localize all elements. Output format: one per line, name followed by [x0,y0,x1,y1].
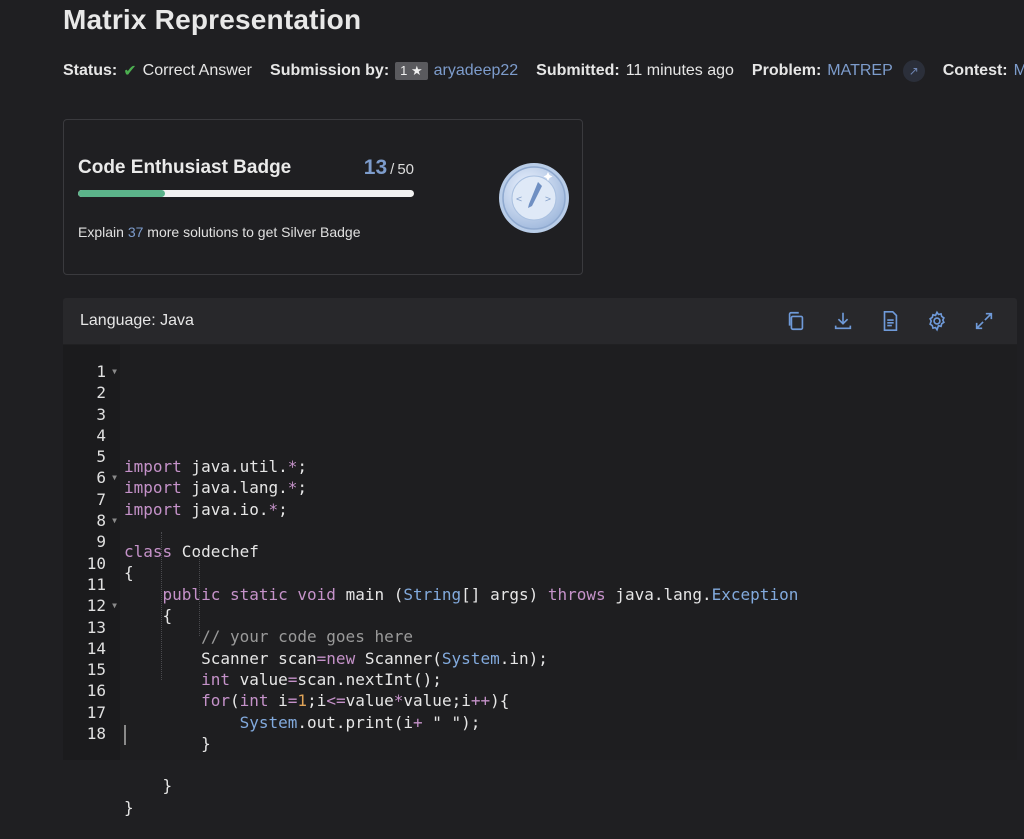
contest-link[interactable]: M [1014,62,1024,80]
fold-arrow-icon[interactable]: ▼ [112,361,117,382]
code-line[interactable]: class Codechef [124,541,1017,562]
contest-label: Contest: [943,62,1008,80]
file-icon[interactable] [877,308,903,334]
line-number: 10 [63,553,120,574]
copy-icon[interactable] [783,308,809,334]
code-line[interactable]: ​ [124,754,1017,775]
line-number: 2 [63,382,120,403]
submission-label: Submission by: [270,62,389,80]
line-number: 9 [63,531,120,552]
code-line[interactable]: ​ [124,818,1017,839]
status-value: Correct Answer [143,62,252,80]
indent-guide [161,532,163,680]
line-number: 6▼ [63,467,120,488]
text-cursor [124,725,126,745]
code-line[interactable]: } [124,733,1017,754]
problem-label: Problem: [752,62,821,80]
svg-text:<: < [516,194,522,205]
badge-desc-suffix: more solutions to get Silver Badge [147,224,360,240]
code-area[interactable]: 1▼23456▼78▼9101112▼131415161718 import j… [63,345,1017,760]
code-line[interactable]: { [124,605,1017,626]
status-label: Status: [63,62,117,80]
fold-arrow-icon[interactable]: ▼ [112,510,117,531]
line-number: 17 [63,702,120,723]
badge-total: 50 [397,161,414,178]
line-number: 15 [63,659,120,680]
indent-guide [199,553,201,636]
line-number: 18 [63,723,120,744]
code-line[interactable]: for(int i=1;i<=value*value;i++){ [124,690,1017,711]
submission-meta: Status: ✔ Correct Answer Submission by: … [63,60,1024,82]
line-number: 12▼ [63,595,120,616]
page-title: Matrix Representation [63,4,361,36]
badge-current: 13 [364,156,387,180]
problem-link[interactable]: MATREP [827,62,892,80]
editor-header: Language: Java [63,298,1017,345]
code-line[interactable]: // your code goes here [124,626,1017,647]
badge-progress-fill [78,190,165,197]
submission-by: Submission by: 1 ★ aryadeep22 [270,62,518,80]
line-number: 1▼ [63,361,120,382]
line-number: 5 [63,446,120,467]
editor-toolbar [762,308,997,334]
badge-count: 13 / 50 [364,156,414,180]
line-number: 11 [63,574,120,595]
svg-text:>: > [545,194,551,205]
badge-card: Code Enthusiast Badge 13 / 50 Explain 37… [63,119,583,275]
code-line[interactable]: import java.util.*; [124,456,1017,477]
fold-arrow-icon[interactable]: ▼ [112,595,117,616]
problem: Problem: MATREP ↗ [752,60,925,82]
external-link-icon[interactable]: ↗ [903,60,925,82]
rating-badge: 1 ★ [395,62,428,80]
code-editor: Language: Java 1▼23456▼78▼9101112▼131415… [63,298,1017,760]
code-line[interactable]: import java.lang.*; [124,477,1017,498]
code-line[interactable]: Scanner scan=new Scanner(System.in); [124,648,1017,669]
badge-title: Code Enthusiast Badge [78,157,291,179]
submitted: Submitted: 11 minutes ago [536,62,734,80]
line-number: 16 [63,680,120,701]
line-number: 13 [63,617,120,638]
code-line[interactable]: } [124,797,1017,818]
line-number: 4 [63,425,120,446]
line-number-gutter: 1▼23456▼78▼9101112▼131415161718 [63,345,120,760]
check-icon: ✔ [123,61,136,81]
username-link[interactable]: aryadeep22 [434,62,519,80]
status: Status: ✔ Correct Answer [63,61,252,81]
line-number: 8▼ [63,510,120,531]
settings-icon[interactable] [924,308,950,334]
badge-desc-count: 37 [128,224,144,240]
badge-desc-prefix: Explain [78,224,124,240]
code-line[interactable]: ​ [124,520,1017,541]
code-line[interactable]: public static void main (String[] args) … [124,584,1017,605]
code-line[interactable]: { [124,562,1017,583]
code-content[interactable]: import java.util.*;import java.lang.*;im… [120,345,1017,760]
badge-medal-icon: < > [498,162,570,234]
code-line[interactable]: import java.io.*; [124,499,1017,520]
badge-separator: / [390,161,394,178]
line-number: 3 [63,404,120,425]
code-line[interactable]: } [124,775,1017,796]
submitted-label: Submitted: [536,62,620,80]
expand-icon[interactable] [971,308,997,334]
code-line[interactable]: System.out.print(i+ " "); [124,712,1017,733]
badge-description: Explain 37 more solutions to get Silver … [78,224,361,240]
language-label: Language: Java [80,312,194,330]
submitted-value: 11 minutes ago [626,62,734,80]
line-number: 7 [63,489,120,510]
line-number: 14 [63,638,120,659]
badge-progress-bar [78,190,414,197]
download-icon[interactable] [830,308,856,334]
code-line[interactable]: int value=scan.nextInt(); [124,669,1017,690]
fold-arrow-icon[interactable]: ▼ [112,467,117,488]
contest: Contest: M [943,62,1024,80]
